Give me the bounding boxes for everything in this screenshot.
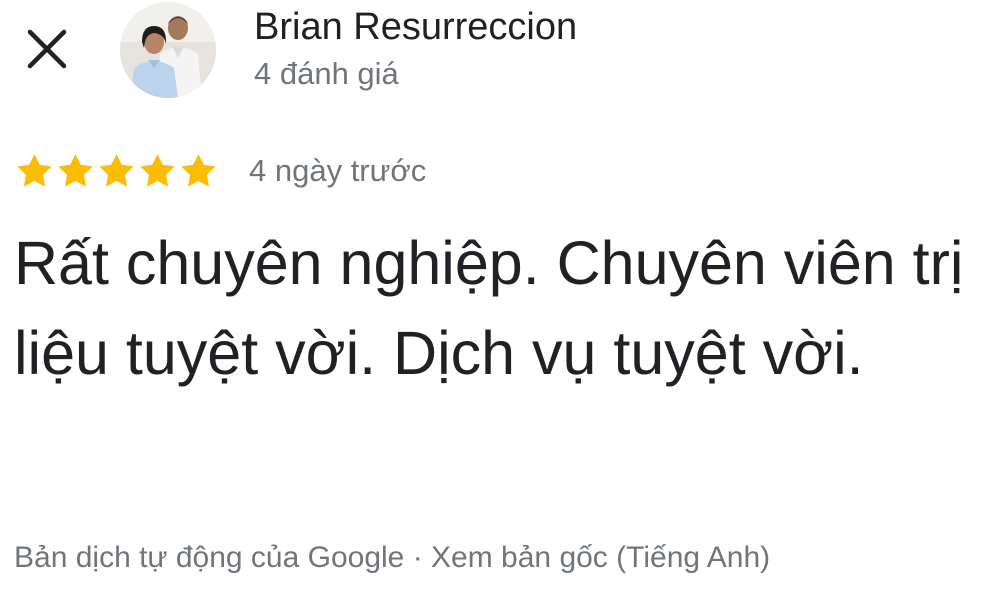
star-icon	[58, 153, 93, 187]
star-icon	[99, 153, 134, 187]
avatar-photo	[120, 2, 216, 98]
view-original-link[interactable]: Xem bản gốc (Tiếng Anh)	[431, 541, 770, 574]
rating-row: 4 ngày trước	[14, 148, 426, 194]
reviewer-name[interactable]: Brian Resurreccion	[254, 5, 577, 49]
star-rating	[14, 151, 219, 192]
star-icon	[17, 153, 52, 187]
translation-note: Bản dịch tự động của Google	[14, 541, 405, 574]
footer-separator: ·	[404, 541, 432, 574]
review-text: Rất chuyên nghiệp. Chuyên viên trị liệu …	[14, 229, 964, 387]
translation-footer: Bản dịch tự động của Google · Xem bản gố…	[14, 538, 770, 578]
avatar[interactable]	[120, 2, 216, 98]
close-button[interactable]	[24, 26, 70, 72]
star-icon	[140, 153, 175, 187]
review-detail-page: Brian Resurreccion 4 đánh giá 4 ngày trư…	[0, 0, 991, 599]
close-icon	[27, 29, 67, 69]
review-time: 4 ngày trước	[249, 153, 427, 188]
reviewer-review-count: 4 đánh giá	[254, 56, 399, 91]
star-icon	[181, 153, 216, 187]
